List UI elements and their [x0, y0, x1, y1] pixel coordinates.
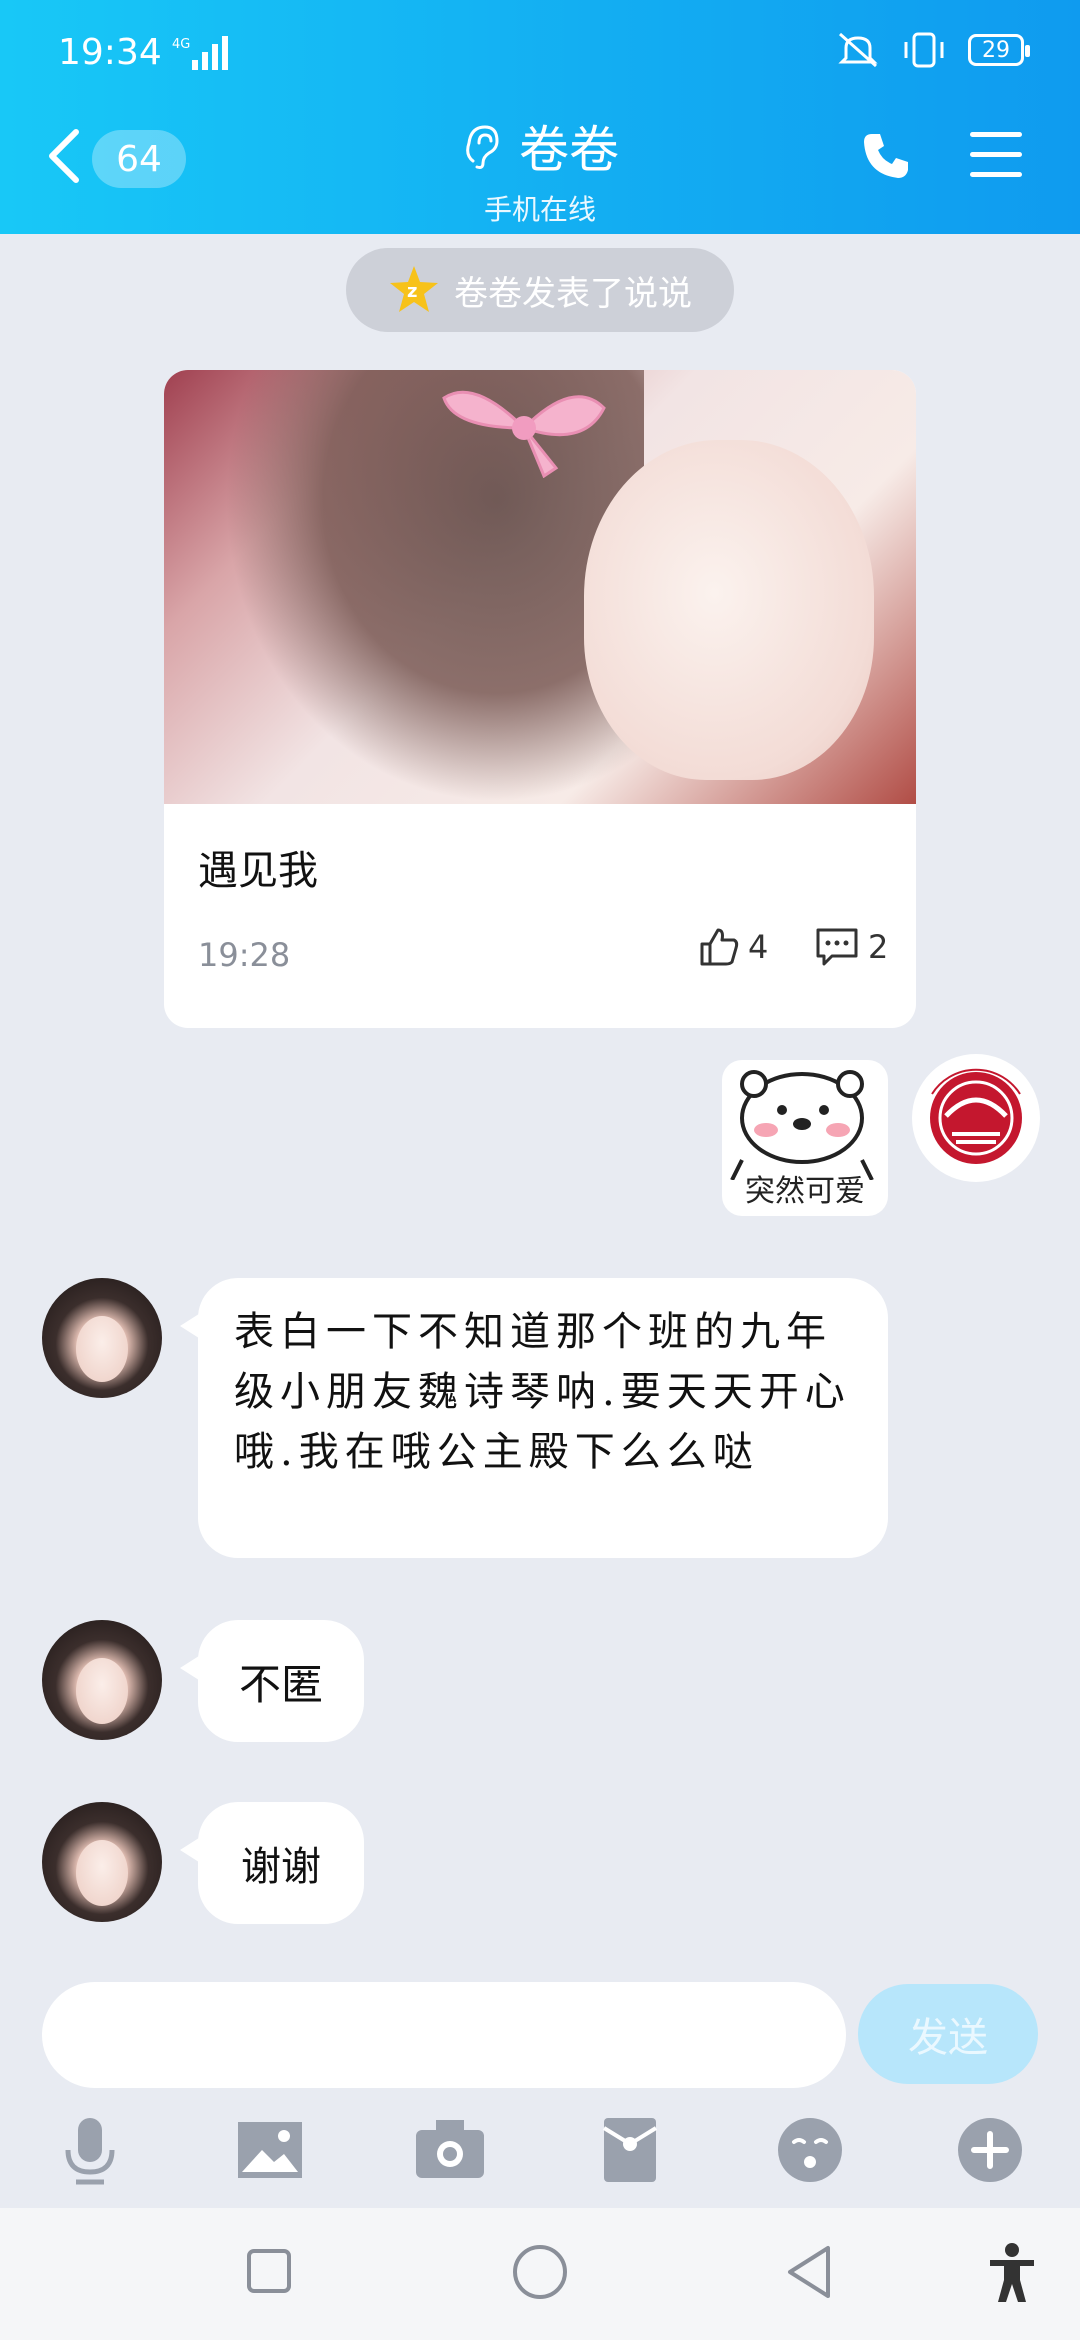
like-count[interactable]: 4	[698, 926, 768, 968]
qzone-post-card[interactable]: 遇见我 19:28 4 2	[164, 370, 916, 1028]
my-avatar[interactable]	[912, 1054, 1040, 1182]
square-nav-icon[interactable]	[246, 2248, 292, 2294]
message-bubble[interactable]: 谢谢	[180, 1802, 364, 1924]
status-icons: 29	[836, 30, 1030, 70]
message-bubble[interactable]: 不匿	[180, 1620, 364, 1742]
message-input[interactable]	[42, 1982, 846, 2088]
system-nav-bar	[0, 2208, 1080, 2340]
status-time: 19:34	[58, 32, 162, 73]
ear-icon	[466, 125, 499, 169]
comment-count[interactable]: 2	[814, 926, 888, 968]
contact-title[interactable]: 卷卷	[461, 110, 619, 182]
qzone-notice-text: 卷卷发表了说说	[454, 273, 692, 314]
qzone-star-icon: z	[390, 266, 438, 312]
input-toolbar	[0, 2110, 1080, 2210]
menu-icon[interactable]	[970, 132, 1022, 180]
post-caption: 遇见我	[198, 848, 318, 894]
emoji-icon[interactable]	[770, 2110, 850, 2190]
status-bar: 19:34 4G 29	[0, 24, 1080, 84]
red-packet-icon[interactable]	[590, 2110, 670, 2190]
vibrate-icon	[904, 32, 944, 68]
signal-icon: 4G	[172, 36, 228, 70]
triangle-nav-icon[interactable]	[784, 2244, 834, 2300]
thumbs-up-icon	[700, 928, 739, 966]
phone-icon[interactable]	[858, 128, 914, 184]
comment-icon	[816, 928, 858, 966]
plus-icon[interactable]	[950, 2110, 1030, 2190]
bear-sticker	[730, 1070, 874, 1181]
battery-indicator: 29	[968, 34, 1030, 66]
post-time: 19:28	[198, 936, 291, 974]
chat-header: 19:34 4G 29 64 卷卷 手机在线	[0, 0, 1080, 234]
bow-decoration	[442, 390, 606, 478]
camera-icon[interactable]	[410, 2110, 490, 2190]
send-button[interactable]: 发送	[858, 1984, 1038, 2084]
microphone-icon[interactable]	[50, 2110, 130, 2190]
svg-text:4G: 4G	[172, 37, 190, 52]
contact-status: 手机在线	[483, 193, 596, 226]
contact-name: 卷卷	[519, 121, 619, 179]
image-icon[interactable]	[230, 2110, 310, 2190]
svg-text:z: z	[407, 281, 417, 302]
sticker-caption: 突然可爱	[745, 1174, 865, 1209]
contact-avatar[interactable]	[42, 1278, 162, 1398]
post-photo[interactable]	[164, 370, 916, 804]
contact-avatar[interactable]	[42, 1802, 162, 1922]
accessibility-icon[interactable]	[986, 2242, 1038, 2304]
qzone-notice[interactable]: z 卷卷发表了说说	[346, 248, 734, 332]
title-area: 卷卷 手机在线	[0, 110, 1080, 228]
contact-avatar[interactable]	[42, 1620, 162, 1740]
message-bubble[interactable]: 表白一下不知道那个班的九年级小朋友魏诗琴呐.要天天开心哦.我在哦公主殿下么么哒	[180, 1278, 888, 1558]
sticker-message[interactable]: 突然可爱	[722, 1060, 888, 1216]
circle-nav-icon[interactable]	[512, 2244, 568, 2300]
mute-icon	[838, 32, 878, 68]
